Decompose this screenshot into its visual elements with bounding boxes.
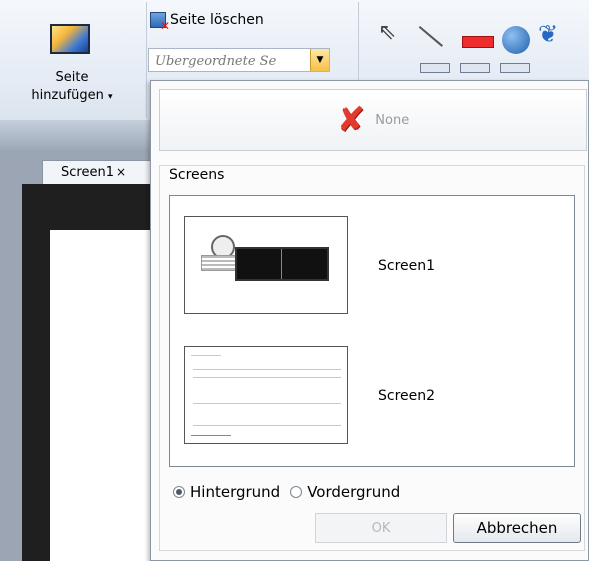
tab-screen1[interactable]: Screen1 ×	[42, 160, 160, 184]
screen2-thumbnail	[184, 346, 348, 444]
chevron-down-icon: ▾	[108, 92, 113, 102]
thumbnail-line	[191, 435, 231, 436]
combo-dropdown-arrow-icon[interactable]: ▼	[310, 49, 329, 71]
radio-label: Vordergrund	[307, 483, 401, 501]
radio-label: Hintergrund	[190, 483, 281, 501]
document-canvas[interactable]	[50, 230, 162, 561]
delete-page-icon	[150, 12, 170, 33]
parent-page-input[interactable]	[153, 50, 307, 72]
red-x-icon: ✘	[336, 100, 366, 140]
thumbnail-line	[193, 403, 341, 404]
select-pointer-icon[interactable]: ⇖	[378, 20, 396, 45]
freeform-tool-icon[interactable]: ❦	[538, 20, 558, 48]
cancel-button[interactable]: Abbrechen	[453, 513, 581, 543]
tab-label: Screen1	[61, 165, 114, 180]
tool-icon[interactable]	[500, 63, 530, 73]
add-page-button[interactable]: Seite hinzufügen ▾	[2, 4, 142, 116]
none-label: None	[375, 112, 410, 128]
parent-page-combobox[interactable]: ▼	[148, 48, 330, 72]
list-item[interactable]: Screen1	[184, 216, 564, 316]
monitor-icon	[50, 24, 90, 54]
screen-name: Screen2	[378, 388, 436, 404]
thumbnail-line	[191, 355, 221, 356]
radio-unselected-icon[interactable]	[290, 486, 303, 498]
drawing-tools-row2	[420, 62, 550, 73]
radio-background[interactable]: Hintergrund	[173, 483, 280, 501]
delete-page-button[interactable]: Seite löschen	[150, 8, 264, 33]
thumbnail-line	[193, 377, 341, 378]
thumbnail-line	[193, 425, 341, 426]
add-page-label: Seite	[55, 70, 89, 85]
screens-group-label: Screens	[165, 167, 229, 183]
thumbnail-panel	[235, 247, 329, 281]
parent-page-dropdown-panel: ✘ None Screens Screen1 Screen2 Hintergru…	[150, 80, 589, 561]
ok-button[interactable]: OK	[315, 513, 447, 543]
tool-icon[interactable]	[420, 63, 450, 73]
rectangle-tool-icon[interactable]	[462, 36, 494, 48]
screen-name: Screen1	[378, 258, 436, 274]
list-item[interactable]: Screen2	[184, 346, 564, 446]
screen1-thumbnail	[184, 216, 348, 314]
radio-selected-icon[interactable]	[173, 486, 185, 498]
screens-list[interactable]: Screen1 Screen2	[169, 195, 575, 467]
close-icon[interactable]: ×	[116, 165, 126, 179]
thumbnail-line	[193, 369, 341, 370]
layer-options: Hintergrund Vordergrund	[173, 483, 410, 501]
tool-icon[interactable]	[460, 63, 490, 73]
ribbon-separator	[146, 2, 147, 118]
line-tool-icon[interactable]	[418, 26, 443, 47]
thumbnail-graphic	[201, 255, 239, 271]
radio-foreground[interactable]: Vordergrund	[290, 483, 400, 501]
ellipse-tool-icon[interactable]	[502, 26, 530, 54]
delete-page-label: Seite löschen	[170, 12, 264, 28]
add-page-label-line2: hinzufügen	[31, 88, 104, 103]
none-button[interactable]: ✘ None	[159, 89, 587, 151]
